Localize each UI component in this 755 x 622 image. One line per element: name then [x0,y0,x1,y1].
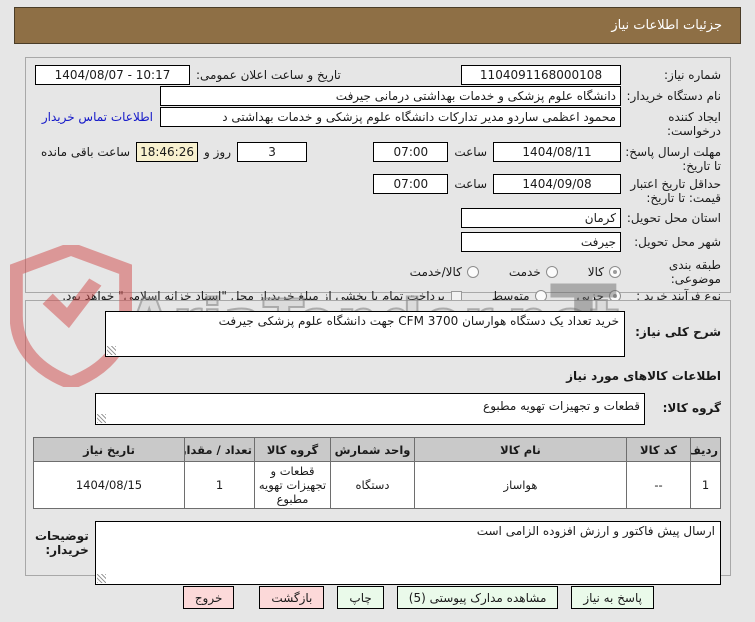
resize-grip-icon[interactable] [97,414,106,423]
goods-group-label: گروه کالا: [662,401,721,415]
col-goods-group: گروه کالا [254,437,331,462]
classification-option-kala-khedmat: کالا/خدمت [410,265,479,279]
response-deadline-row: مهلت ارسال پاسخ: تا تاریخ: 1404/08/11 سا… [35,142,721,173]
cell-goods-group: قطعات و تجهیزات تهویه مطبوع [254,461,331,509]
buyer-notes-textarea[interactable]: ارسال پیش فاکتور و ارزش افزوده الزامی اس… [94,521,721,585]
price-validity-label: حداقل تاریخ اعتبار قیمت: تا تاریخ: [630,177,721,205]
goods-group-row: گروه کالا: قطعات و تجهیزات تهویه مطبوع [35,393,721,425]
kala-khedmat-radio[interactable] [466,266,479,278]
col-need-date: تاریخ نیاز [33,437,185,462]
price-validity-row: حداقل تاریخ اعتبار قیمت: تا تاریخ: 1404/… [35,174,721,205]
resize-grip-icon[interactable] [107,346,116,355]
city-row: شهر محل تحویل: جیرفت [35,232,721,255]
goods-table-row: 1 -- هواساز دستگاه قطعات و تجهیزات تهویه… [33,461,721,509]
need-info-group: شماره نیاز: 1104091168000108 تاریخ و ساع… [25,57,731,303]
resize-grip-icon[interactable] [96,574,106,583]
cell-row-index: 1 [690,461,721,509]
city-field[interactable]: جیرفت [461,232,621,252]
need-number-row: شماره نیاز: 1104091168000108 تاریخ و ساع… [35,65,721,85]
cell-count-unit: دستگاه [330,461,415,509]
col-goods-name: نام کالا [414,437,627,462]
goods-info-heading: اطلاعات کالاهای مورد نیاز [566,369,721,383]
deadline-date-field[interactable]: 1404/08/11 [493,142,621,162]
deadline-time-field[interactable]: 07:00 [373,142,449,162]
back-button[interactable]: بازگشت [259,586,325,609]
view-attachments-button[interactable]: مشاهده مدارک پیوستی (5) [396,586,559,609]
cell-quantity: 1 [184,461,255,509]
buyer-notes-label: توضیحات خریدار: [34,529,89,557]
remaining-days-field[interactable]: 3 [237,142,308,162]
buyer-contact-link[interactable]: اطلاعات تماس خریدار [42,107,153,124]
classification-option-khedmat: خدمت [509,265,558,279]
goods-table: ردیف کد کالا نام کالا واحد شمارش گروه کا… [33,437,721,509]
cell-goods-name: هواساز [414,461,627,509]
col-quantity: تعداد / مقدار [184,437,255,462]
exit-button[interactable]: خروج [182,586,235,609]
action-button-row: پاسخ به نیاز مشاهده مدارک پیوستی (5) چاپ… [182,586,654,609]
request-creator-field[interactable]: محمود اعظمی ساردو مدیر تدارکات دانشگاه ع… [160,107,621,127]
need-number-label: شماره نیاز: [664,68,721,82]
buyer-org-field[interactable]: دانشگاه علوم پزشکی و خدمات بهداشتی درمان… [160,86,621,106]
need-number-field[interactable]: 1104091168000108 [461,65,621,85]
validity-hour-label: ساعت [454,177,487,191]
buyer-org-row: نام دستگاه خریدار: دانشگاه علوم پزشکی و … [35,86,721,106]
announce-datetime-label: تاریخ و ساعت اعلان عمومی: [196,68,341,82]
col-row-index: ردیف [690,437,721,462]
classification-label: طبقه بندی موضوعی: [668,258,721,286]
need-description-row: شرح کلی نیاز: خرید تعداد یک دستگاه هوارس… [35,311,721,357]
buyer-org-label: نام دستگاه خریدار: [626,89,722,103]
buyer-notes-row: ارسال پیش فاکتور و ارزش افزوده الزامی اس… [35,521,721,585]
respond-to-need-button[interactable]: پاسخ به نیاز [571,586,654,609]
page-title: جزئیات اطلاعات نیاز [611,18,722,33]
deadline-hour-label: ساعت [454,145,487,159]
classification-option-kala: کالا [588,265,621,279]
days-and-label: روز و [204,145,232,159]
need-description-label: شرح کلی نیاز: [635,325,721,339]
remaining-suffix-label: ساعت باقی مانده [41,145,131,159]
classification-row: طبقه بندی موضوعی: کالا خدمت کالا/خدمت [35,258,721,286]
validity-time-field[interactable]: 07:00 [373,174,449,194]
goods-group-field[interactable]: قطعات و تجهیزات تهویه مطبوع [95,393,645,425]
remaining-time-field: 18:46:26 [136,142,199,162]
print-button[interactable]: چاپ [337,586,384,609]
kala-radio[interactable] [609,266,621,278]
province-label: استان محل تحویل: [626,211,721,225]
khedmat-radio[interactable] [545,266,558,278]
request-creator-label: ایجاد کننده درخواست: [667,110,721,138]
validity-date-field[interactable]: 1404/09/08 [493,174,621,194]
province-row: استان محل تحویل: کرمان [35,208,721,231]
response-deadline-label: مهلت ارسال پاسخ: تا تاریخ: [625,145,721,173]
province-field[interactable]: کرمان [461,208,621,228]
announce-datetime-field[interactable]: 1404/08/07 - 10:17 [35,65,190,85]
col-goods-code: کد کالا [626,437,691,462]
cell-goods-code: -- [626,461,691,509]
city-label: شهر محل تحویل: [634,235,721,249]
cell-need-date: 1404/08/15 [33,461,185,509]
goods-table-header-row: ردیف کد کالا نام کالا واحد شمارش گروه کا… [33,437,721,462]
request-creator-row: ایجاد کننده درخواست: محمود اعظمی ساردو م… [35,107,721,138]
need-description-textarea[interactable]: خرید تعداد یک دستگاه هوارسان CFM 3700 جه… [105,311,625,357]
need-description-group: شرح کلی نیاز: خرید تعداد یک دستگاه هوارس… [25,300,731,585]
col-count-unit: واحد شمارش [330,437,415,462]
page-title-bar: جزئیات اطلاعات نیاز [14,7,741,44]
